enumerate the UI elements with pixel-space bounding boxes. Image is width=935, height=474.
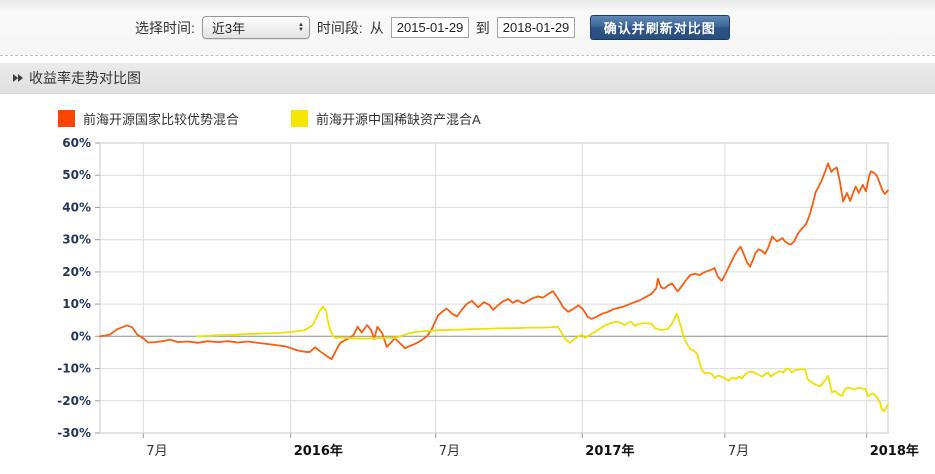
svg-text:-30%: -30%	[57, 426, 91, 440]
svg-text:7月: 7月	[728, 444, 749, 459]
svg-text:7月: 7月	[146, 444, 167, 459]
svg-text:20%: 20%	[62, 265, 91, 279]
svg-text:50%: 50%	[62, 168, 91, 182]
svg-text:0%: 0%	[71, 329, 91, 343]
svg-text:2017年: 2017年	[585, 443, 634, 459]
svg-text:2016年: 2016年	[294, 443, 343, 459]
svg-text:2018年: 2018年	[870, 443, 919, 459]
comparison-chart: 60% 50% 40% 30% 20% 10% 0% -10% -20% -30% 7月 2016年 7…	[57, 136, 919, 459]
svg-text:-10%: -10%	[57, 362, 91, 376]
svg-text:40%: 40%	[62, 200, 91, 214]
svg-text:7月: 7月	[439, 444, 460, 459]
svg-text:60%: 60%	[62, 136, 91, 150]
svg-text:-20%: -20%	[57, 394, 91, 408]
svg-text:30%: 30%	[62, 233, 91, 247]
svg-text:10%: 10%	[62, 297, 91, 311]
fund-comparison-page: { "toolbar": { "time_label": "选择时间:", "s…	[0, 0, 935, 474]
